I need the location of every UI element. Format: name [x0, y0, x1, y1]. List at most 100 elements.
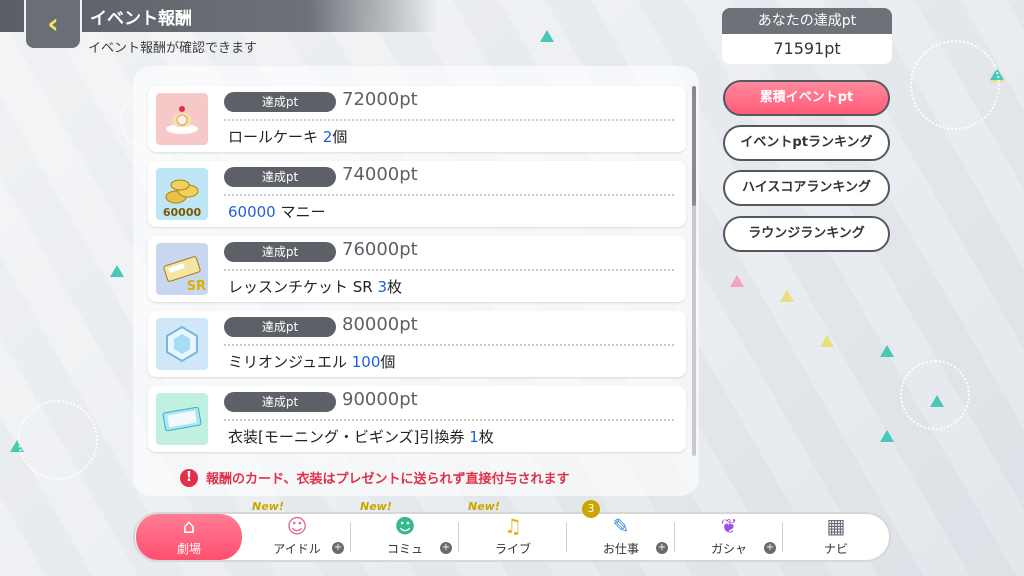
confetti: [880, 345, 894, 357]
chevron-left-icon: ‹: [47, 7, 59, 40]
reward-item: ミリオンジュエル: [228, 353, 347, 371]
divider: [224, 419, 674, 421]
music-note-icon: ♫: [504, 514, 522, 538]
nav-work[interactable]: 3 ✎ お仕事 +: [568, 500, 674, 560]
reward-unit: 枚: [478, 428, 494, 446]
reward-name: 60000 マニー: [228, 201, 326, 222]
butterfly-icon: ❦: [720, 514, 738, 538]
achievement-pt-label: 達成pt: [224, 167, 336, 187]
achievement-pt-label: 達成pt: [224, 92, 336, 112]
reward-row: 達成pt 80000pt ミリオンジュエル 100個: [148, 311, 686, 377]
burst-decoration: [18, 400, 98, 480]
nav-commu[interactable]: New! ☻ コミュ +: [352, 500, 458, 560]
reward-name: ミリオンジュエル 100個: [228, 351, 395, 372]
clipboard-icon: ✎: [612, 514, 630, 538]
required-pt: 76000pt: [342, 239, 418, 260]
reward-name: レッスンチケット SR 3枚: [228, 276, 402, 297]
achievement-pt-label: 達成pt: [224, 242, 336, 262]
reward-quantity: 100: [351, 353, 381, 371]
notice-text: 報酬のカード、衣装はプレゼントに送られず直接付与されます: [206, 472, 570, 487]
nav-label: ナビ: [823, 542, 848, 556]
divider: [224, 119, 674, 121]
required-pt: 80000pt: [342, 314, 418, 335]
nav-divider: [566, 522, 567, 552]
reward-quantity: 60000: [228, 203, 276, 221]
commu-icon: ☻: [394, 514, 416, 538]
lounge-ranking-button[interactable]: ラウンジランキング: [723, 216, 890, 252]
plus-icon: +: [440, 542, 452, 554]
nav-divider: [782, 522, 783, 552]
sr-rarity-label: SR: [186, 279, 206, 294]
grid-icon: ▦: [826, 514, 846, 538]
divider: [224, 344, 674, 346]
reward-row: 達成pt 90000pt 衣装[モーニング・ビギンズ]引換券 1枚: [148, 386, 686, 452]
jewel-icon: [156, 318, 208, 370]
reward-quantity: 1: [469, 428, 479, 446]
nav-label: 劇場: [176, 542, 201, 556]
reward-quantity: 3: [377, 278, 388, 296]
achievement-pt-label: 達成pt: [224, 317, 336, 337]
event-pt-ranking-button[interactable]: イベントptランキング: [723, 125, 890, 161]
reward-unit: 個: [332, 128, 348, 146]
page-subtitle: イベント報酬が確認できます: [88, 41, 258, 56]
page-title: イベント報酬: [90, 9, 192, 29]
confetti: [880, 430, 894, 442]
achieved-points-box: あなたの達成pt 71591pt: [722, 8, 892, 64]
achievement-pt-label: 達成pt: [224, 392, 336, 412]
costume-ticket-icon: [156, 393, 208, 445]
confetti: [820, 335, 834, 347]
achieved-points-label: あなたの達成pt: [722, 8, 892, 34]
nav-label: ライブ: [494, 542, 531, 556]
confetti: [110, 265, 124, 277]
reward-name: ロールケーキ 2個: [228, 126, 347, 147]
cumulative-event-pt-button[interactable]: 累積イベントpt: [723, 80, 890, 116]
notice-message: ! 報酬のカード、衣装はプレゼントに送られず直接付与されます: [180, 468, 569, 487]
notification-badge: 3: [582, 500, 600, 518]
required-pt: 74000pt: [342, 164, 418, 185]
achieved-points-value: 71591pt: [722, 34, 892, 64]
nav-idol[interactable]: New! ☺ アイドル +: [244, 500, 350, 560]
nav-gacha[interactable]: ❦ ガシャ +: [676, 514, 782, 560]
theater-icon: ⌂: [182, 514, 196, 538]
scrollbar-thumb[interactable]: [692, 86, 696, 206]
money-icon: 60000: [156, 168, 208, 220]
back-button[interactable]: ‹: [24, 0, 82, 50]
cake-icon: [156, 93, 208, 145]
reward-item: マニー: [275, 203, 326, 221]
confetti: [780, 290, 794, 302]
reward-quantity: 2: [322, 128, 333, 146]
confetti: [730, 275, 744, 287]
confetti: [540, 30, 554, 42]
required-pt: 90000pt: [342, 389, 418, 410]
reward-name: 衣装[モーニング・ビギンズ]引換券 1枚: [228, 426, 494, 447]
nav-theater[interactable]: ⌂ 劇場: [136, 514, 242, 560]
nav-navi[interactable]: ▦ ナビ: [784, 514, 888, 560]
divider: [224, 269, 674, 271]
required-pt: 72000pt: [342, 89, 418, 110]
divider: [224, 194, 674, 196]
reward-item: 衣装[モーニング・ビギンズ]引換券: [228, 428, 465, 446]
idol-icon: ☺: [286, 514, 308, 538]
new-tag: New!: [360, 500, 392, 513]
nav-divider: [350, 522, 351, 552]
nav-divider: [674, 522, 675, 552]
burst-decoration: [900, 360, 970, 430]
ticket-icon: SR: [156, 243, 208, 295]
reward-unit: 個: [380, 353, 396, 371]
burst-decoration: [910, 40, 1000, 130]
reward-row: SR 達成pt 76000pt レッスンチケット SR 3枚: [148, 236, 686, 302]
nav-live[interactable]: New! ♫ ライブ: [460, 500, 566, 560]
reward-unit: 枚: [387, 278, 403, 296]
plus-icon: +: [656, 542, 668, 554]
reward-item: ロールケーキ: [228, 128, 319, 146]
money-amount-label: 60000: [162, 206, 202, 219]
reward-row: 達成pt 72000pt ロールケーキ 2個: [148, 86, 686, 152]
reward-row: 60000 達成pt 74000pt 60000 マニー: [148, 161, 686, 227]
plus-icon: +: [764, 542, 776, 554]
nav-divider: [458, 522, 459, 552]
new-tag: New!: [468, 500, 500, 513]
reward-item: レッスンチケット SR: [228, 278, 373, 296]
plus-icon: +: [332, 542, 344, 554]
exclamation-icon: !: [180, 468, 198, 487]
high-score-ranking-button[interactable]: ハイスコアランキング: [723, 170, 890, 206]
